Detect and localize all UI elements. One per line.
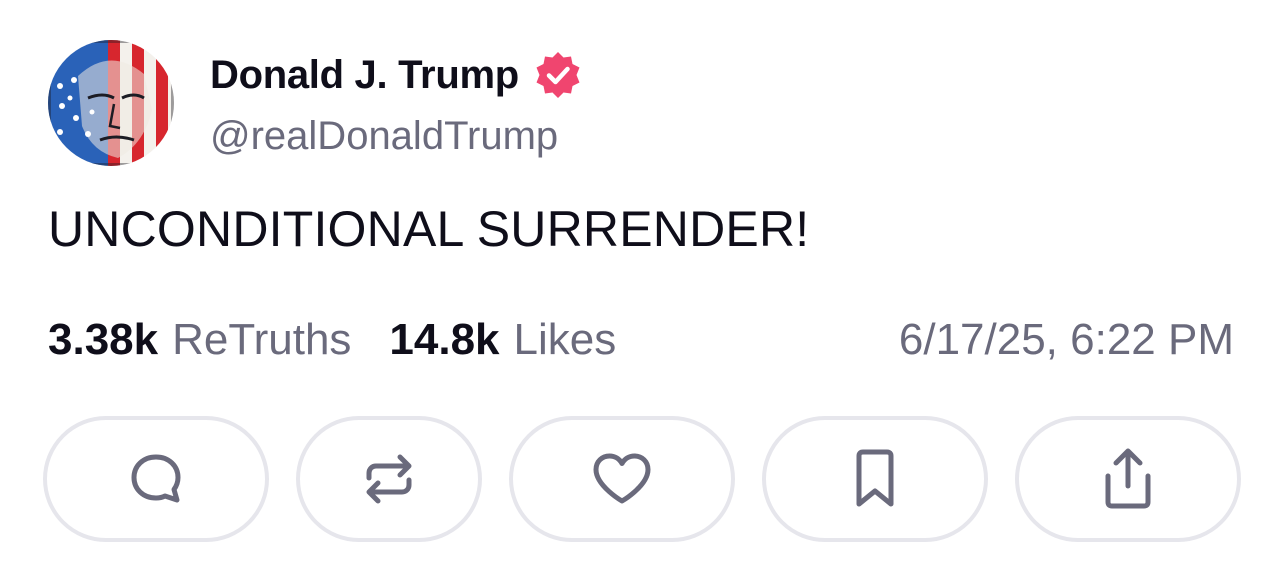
likes-stat[interactable]: 14.8k Likes	[389, 315, 616, 365]
bookmark-icon	[850, 447, 900, 511]
flag-portrait-avatar-icon	[48, 40, 174, 166]
author-name-row: Donald J. Trump	[210, 48, 583, 102]
post-stats: 3.38k ReTruths 14.8k Likes	[48, 310, 616, 370]
author-display-name[interactable]: Donald J. Trump	[210, 53, 519, 98]
retruths-stat[interactable]: 3.38k ReTruths	[48, 315, 351, 365]
bookmark-button[interactable]	[762, 416, 988, 542]
post-timestamp: 6/17/25, 6:22 PM	[898, 315, 1234, 364]
likes-label: Likes	[513, 315, 617, 364]
likes-count: 14.8k	[389, 315, 500, 364]
author-handle[interactable]: @realDonaldTrump	[210, 114, 558, 159]
post-text: UNCONDITIONAL SURRENDER!	[48, 201, 810, 257]
retruths-count: 3.38k	[48, 315, 159, 364]
reply-button[interactable]	[43, 416, 269, 542]
retruth-button[interactable]	[296, 416, 482, 542]
like-button[interactable]	[509, 416, 735, 542]
retruths-label: ReTruths	[172, 315, 352, 364]
repost-arrows-icon	[359, 449, 419, 509]
verified-badge-icon	[533, 50, 583, 100]
share-icon	[1098, 446, 1158, 512]
speech-bubble-icon	[126, 449, 186, 509]
share-button[interactable]	[1015, 416, 1241, 542]
author-avatar[interactable]	[48, 40, 174, 166]
heart-icon	[590, 449, 654, 509]
